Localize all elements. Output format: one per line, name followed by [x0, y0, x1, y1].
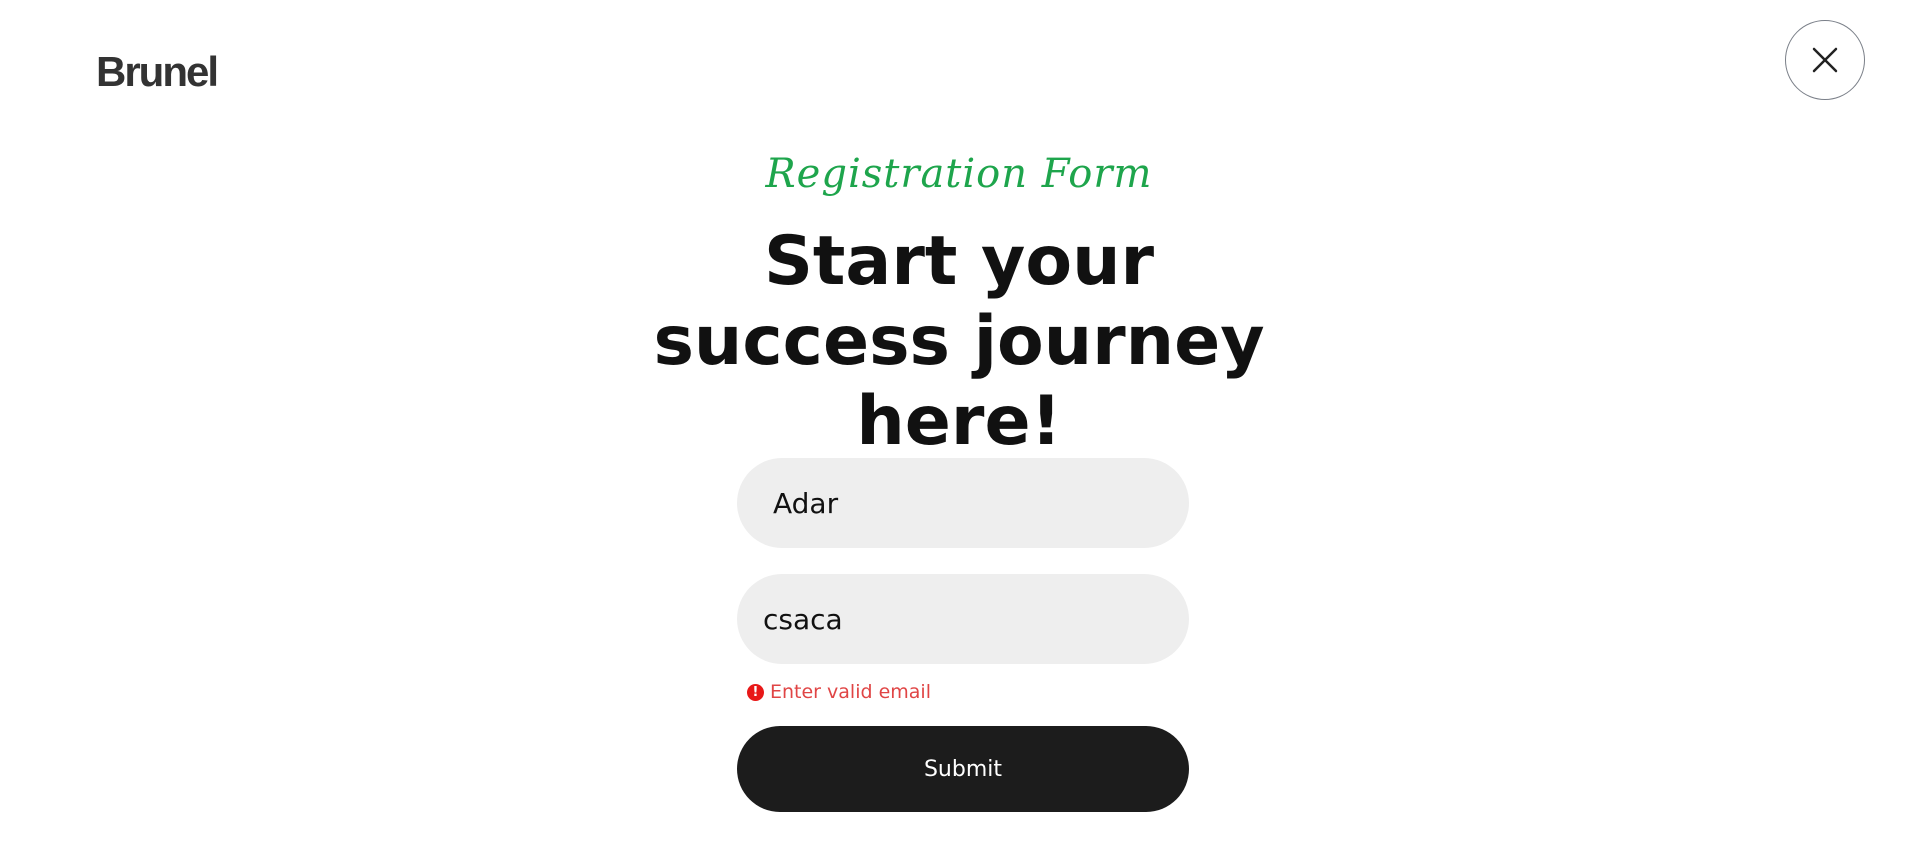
registration-page: Brunel Registration Form Start your succ…: [0, 0, 1918, 865]
email-error-text: Enter valid email: [770, 681, 931, 703]
page-title-text: Start your success journey here!: [653, 222, 1265, 461]
close-icon: [1812, 47, 1838, 73]
brand-logo[interactable]: Brunel: [96, 48, 219, 96]
email-error-message: ! Enter valid email: [747, 678, 1189, 706]
exclamation-icon: !: [747, 683, 764, 701]
registration-form: ! Enter valid email Submit: [737, 458, 1189, 812]
name-field[interactable]: [737, 458, 1189, 548]
submit-button[interactable]: Submit: [737, 726, 1189, 812]
email-field[interactable]: [737, 574, 1189, 664]
form-kicker: Registration Form: [765, 151, 1153, 197]
page-title: Start your success journey here!: [0, 222, 1918, 462]
close-button[interactable]: [1785, 20, 1865, 100]
